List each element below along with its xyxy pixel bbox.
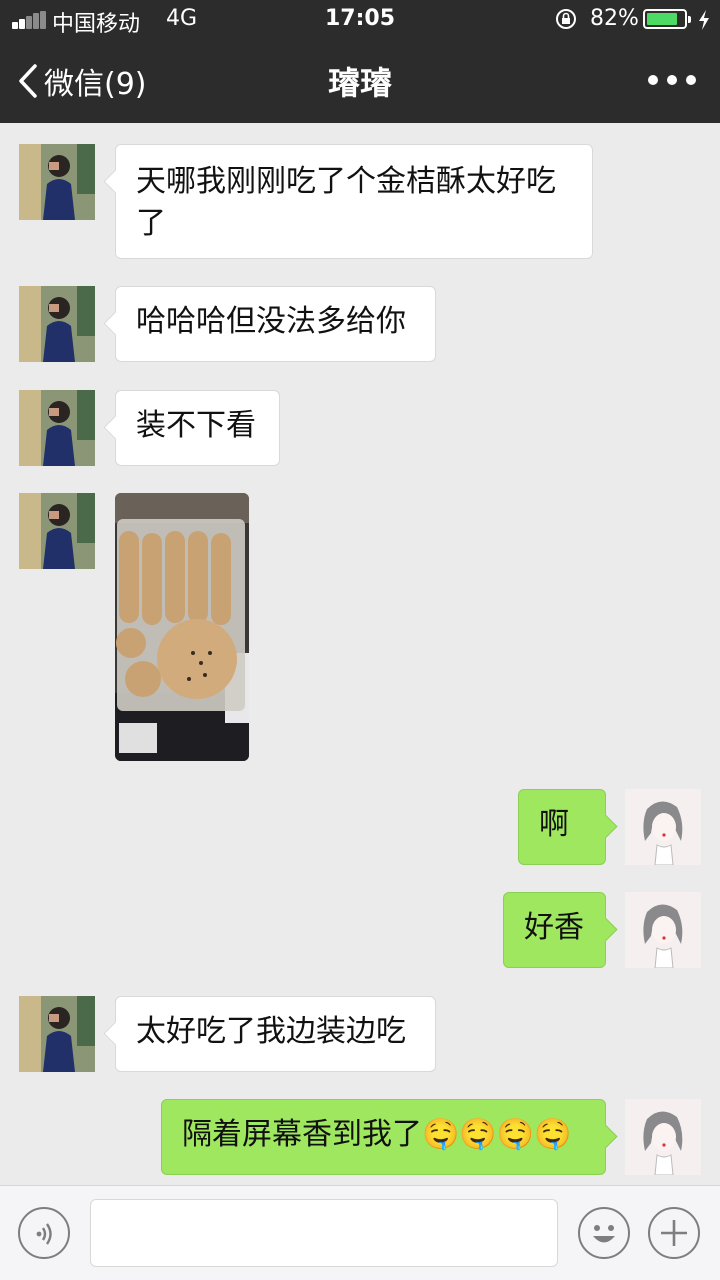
chat-title: 璿璿 xyxy=(327,64,392,102)
friend-avatar[interactable] xyxy=(19,390,95,466)
message-image[interactable] xyxy=(115,493,249,761)
message-bubble-out[interactable]: 隔着屏幕香到我了🤤🤤🤤🤤 xyxy=(161,1099,606,1175)
friend-avatar[interactable] xyxy=(19,493,95,569)
message-text: 太好吃了我边装边吃 xyxy=(136,1014,406,1049)
charging-icon xyxy=(699,10,709,30)
message-input[interactable] xyxy=(90,1199,558,1267)
voice-icon[interactable] xyxy=(18,1207,70,1259)
input-bar xyxy=(0,1185,720,1280)
friend-avatar[interactable] xyxy=(19,144,95,220)
status-bar: 中国移动 4G 17:05 82% xyxy=(0,0,720,40)
message-text: 好香 xyxy=(524,910,584,945)
emoji-icon[interactable] xyxy=(578,1207,630,1259)
my-avatar[interactable] xyxy=(625,1099,701,1175)
battery-percent: 82% xyxy=(590,6,639,31)
message-text: 哈哈哈但没法多给你 xyxy=(136,304,406,339)
message-text: 啊 xyxy=(539,807,569,842)
message-bubble-out[interactable]: 啊 xyxy=(518,789,606,865)
message-text: 天哪我刚刚吃了个金桔酥太好吃了 xyxy=(136,164,556,241)
message-bubble-in[interactable]: 天哪我刚刚吃了个金桔酥太好吃了 xyxy=(115,144,593,259)
message-text: 隔着屏幕香到我了🤤🤤🤤🤤 xyxy=(182,1117,572,1152)
battery-icon xyxy=(643,9,691,29)
more-dots-icon[interactable] xyxy=(648,72,696,88)
rotation-lock-icon xyxy=(556,9,576,29)
my-avatar[interactable] xyxy=(625,789,701,865)
message-bubble-out[interactable]: 好香 xyxy=(503,892,606,968)
message-bubble-in[interactable]: 装不下看 xyxy=(115,390,280,466)
plus-icon[interactable] xyxy=(648,1207,700,1259)
friend-avatar[interactable] xyxy=(19,996,95,1072)
message-bubble-in[interactable]: 哈哈哈但没法多给你 xyxy=(115,286,436,362)
message-text: 装不下看 xyxy=(136,408,256,443)
message-bubble-in[interactable]: 太好吃了我边装边吃 xyxy=(115,996,436,1072)
my-avatar[interactable] xyxy=(625,892,701,968)
friend-avatar[interactable] xyxy=(19,286,95,362)
top-bar: 中国移动 4G 17:05 82% 微信(9) 璿璿 xyxy=(0,0,720,123)
